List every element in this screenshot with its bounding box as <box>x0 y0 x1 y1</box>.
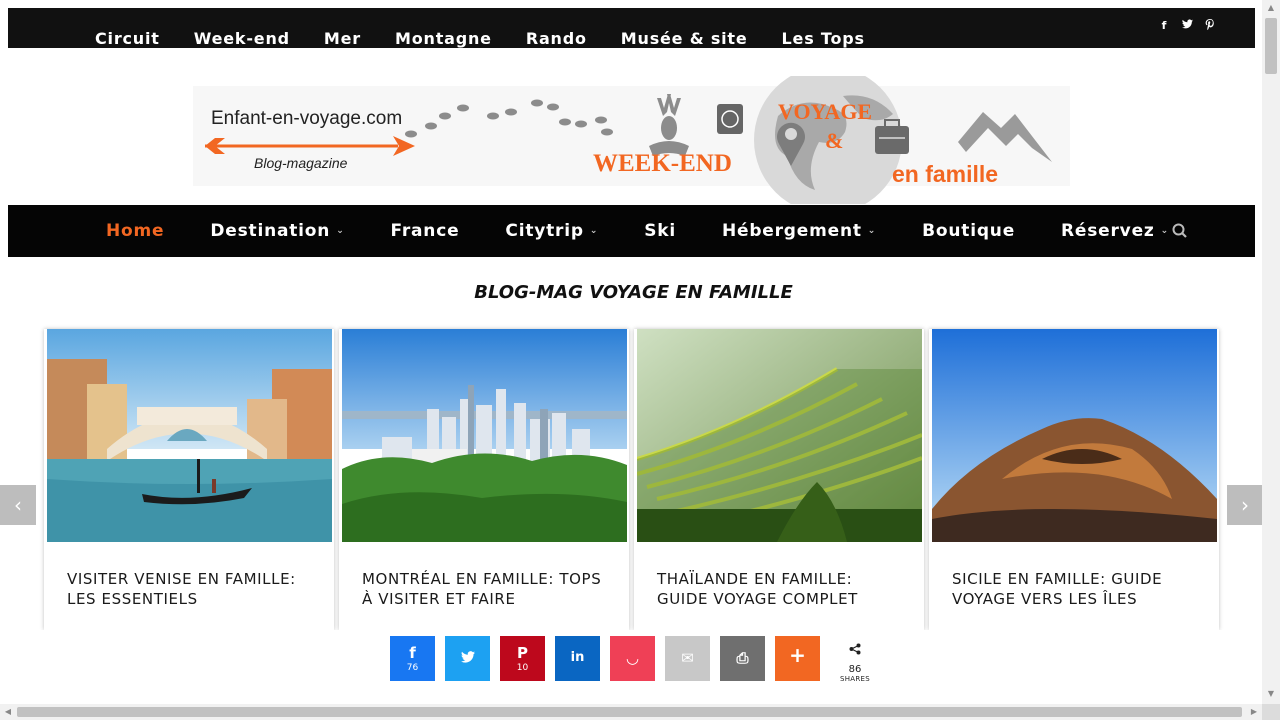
post-carousel: VISITER VENISE EN FAMILLE: LES ESSENTIEL… <box>44 329 1224 630</box>
top-nav-les-tops[interactable]: Les Tops <box>765 28 882 50</box>
print-icon: ⎙ <box>736 649 749 667</box>
post-title-sicile[interactable]: SICILE EN FAMILLE: GUIDE VOYAGE VERS LES… <box>952 569 1202 609</box>
share-linkedin-button[interactable]: in <box>555 636 600 681</box>
share-pocket-button[interactable]: ◡ <box>610 636 655 681</box>
scrollbar-corner <box>1262 704 1280 720</box>
site-logo[interactable]: Enfant-en-voyage.com Blog-magazine WEEK-… <box>193 66 1070 214</box>
logo-famille: en famille <box>892 161 998 187</box>
chevron-down-icon: ⌄ <box>867 226 877 236</box>
carousel-prev-button[interactable]: ‹ <box>0 485 36 525</box>
post-card-montreal[interactable]: MONTRÉAL EN FAMILLE: TOPS À VISITER ET F… <box>339 329 629 630</box>
top-nav: Circuit Week-end Mer Montagne Rando Musé… <box>78 28 882 50</box>
post-card-sicile[interactable]: SICILE EN FAMILLE: GUIDE VOYAGE VERS LES… <box>929 329 1219 630</box>
share-facebook-count: 76 <box>406 663 419 673</box>
main-nav: Home Destination ⌄ France Citytrip ⌄ Ski H… <box>8 205 1255 257</box>
share-pinterest-button[interactable]: P 10 <box>500 636 545 681</box>
share-pinterest-count: 10 <box>516 663 529 673</box>
share-email-button[interactable]: ✉ <box>665 636 710 681</box>
nav-hebergement[interactable]: Hébergement ⌄ <box>699 221 899 241</box>
scroll-right-arrow-icon[interactable]: ▶ <box>1246 704 1262 720</box>
pocket-icon: ◡ <box>626 649 639 667</box>
chevron-down-icon: ⌄ <box>589 226 599 236</box>
facebook-icon: f <box>409 644 416 662</box>
post-thumbnail-sicile[interactable] <box>932 329 1217 542</box>
post-thumbnail-montreal[interactable] <box>342 329 627 542</box>
nav-france[interactable]: France <box>368 221 483 241</box>
share-facebook-button[interactable]: f 76 <box>390 636 435 681</box>
logo-weekend: WEEK-END <box>593 150 732 177</box>
pinterest-icon: P <box>517 644 528 662</box>
logo-tagline: Blog-magazine <box>254 155 348 171</box>
top-nav-circuit[interactable]: Circuit <box>78 28 177 50</box>
nav-destination[interactable]: Destination ⌄ <box>187 221 367 241</box>
pinterest-icon[interactable] <box>1205 19 1215 33</box>
scroll-left-arrow-icon[interactable]: ◀ <box>0 704 16 720</box>
nav-destination-label: Destination <box>210 221 331 241</box>
top-bar: Circuit Week-end Mer Montagne Rando Musé… <box>8 8 1255 48</box>
chevron-left-icon: ‹ <box>14 493 22 517</box>
top-nav-mer[interactable]: Mer <box>307 28 378 50</box>
share-bar: f 76 P 10 in ◡ ✉ ⎙ + 86 SHARES <box>0 630 1262 704</box>
post-title-thailande[interactable]: THAÏLANDE EN FAMILLE: GUIDE VOYAGE COMPL… <box>657 569 907 609</box>
nav-france-label: France <box>390 221 460 241</box>
share-print-button[interactable]: ⎙ <box>720 636 765 681</box>
twitter-icon[interactable] <box>1182 19 1193 33</box>
logo-amp: & <box>825 128 843 153</box>
vertical-scrollbar[interactable]: ▲ ▼ <box>1262 0 1280 704</box>
nav-ski-label: Ski <box>644 221 676 241</box>
share-twitter-button[interactable] <box>445 636 490 681</box>
nav-reservez[interactable]: Réservez ⌄ <box>1038 221 1192 241</box>
top-nav-rando[interactable]: Rando <box>509 28 604 50</box>
logo-voyage: VOYAGE <box>778 99 872 124</box>
carousel-next-button[interactable]: › <box>1227 485 1263 525</box>
facebook-icon[interactable]: f <box>1159 19 1169 33</box>
post-title-venise[interactable]: VISITER VENISE EN FAMILLE: LES ESSENTIEL… <box>67 569 317 609</box>
post-card-thailande[interactable]: THAÏLANDE EN FAMILLE: GUIDE VOYAGE COMPL… <box>634 329 924 630</box>
email-icon: ✉ <box>681 649 694 667</box>
share-icon <box>849 643 861 655</box>
scroll-up-arrow-icon[interactable]: ▲ <box>1262 0 1280 16</box>
chevron-down-icon: ⌄ <box>336 226 345 236</box>
horizontal-scrollbar[interactable]: ◀ ▶ <box>0 704 1262 720</box>
share-total: 86 SHARES <box>835 640 875 683</box>
top-nav-musee-site[interactable]: Musée & site <box>604 28 765 50</box>
linkedin-icon: in <box>570 650 585 665</box>
share-total-label: SHARES <box>839 675 871 683</box>
vertical-scroll-thumb[interactable] <box>1265 18 1277 74</box>
search-icon[interactable] <box>1171 222 1189 240</box>
nav-hebergement-label: Hébergement <box>721 221 862 241</box>
nav-reservez-label: Réservez <box>1061 221 1155 241</box>
top-nav-montagne[interactable]: Montagne <box>378 28 509 50</box>
scroll-down-arrow-icon[interactable]: ▼ <box>1262 686 1280 702</box>
nav-boutique[interactable]: Boutique <box>899 221 1038 241</box>
social-links: f <box>1159 19 1215 33</box>
nav-home-label: Home <box>106 221 165 241</box>
share-more-button[interactable]: + <box>775 636 820 681</box>
nav-ski[interactable]: Ski <box>621 221 699 241</box>
nav-citytrip[interactable]: Citytrip ⌄ <box>482 221 621 241</box>
logo-site-name: Enfant-en-voyage.com <box>211 108 402 129</box>
twitter-icon <box>445 649 490 667</box>
top-nav-week-end[interactable]: Week-end <box>177 28 307 50</box>
post-card-venise[interactable]: VISITER VENISE EN FAMILLE: LES ESSENTIEL… <box>44 329 334 630</box>
section-title: BLOG-MAG VOYAGE EN FAMILLE <box>474 282 793 303</box>
chevron-right-icon: › <box>1241 493 1249 517</box>
post-thumbnail-venise[interactable] <box>47 329 332 542</box>
nav-boutique-label: Boutique <box>922 221 1016 241</box>
chevron-down-icon: ⌄ <box>1160 226 1169 236</box>
plus-icon: + <box>789 643 806 667</box>
share-total-count: 86 <box>848 664 862 675</box>
post-title-montreal[interactable]: MONTRÉAL EN FAMILLE: TOPS À VISITER ET F… <box>362 569 612 609</box>
post-thumbnail-thailande[interactable] <box>637 329 922 542</box>
nav-home[interactable]: Home <box>83 221 187 241</box>
nav-citytrip-label: Citytrip <box>505 221 584 241</box>
horizontal-scroll-thumb[interactable] <box>17 707 1242 717</box>
